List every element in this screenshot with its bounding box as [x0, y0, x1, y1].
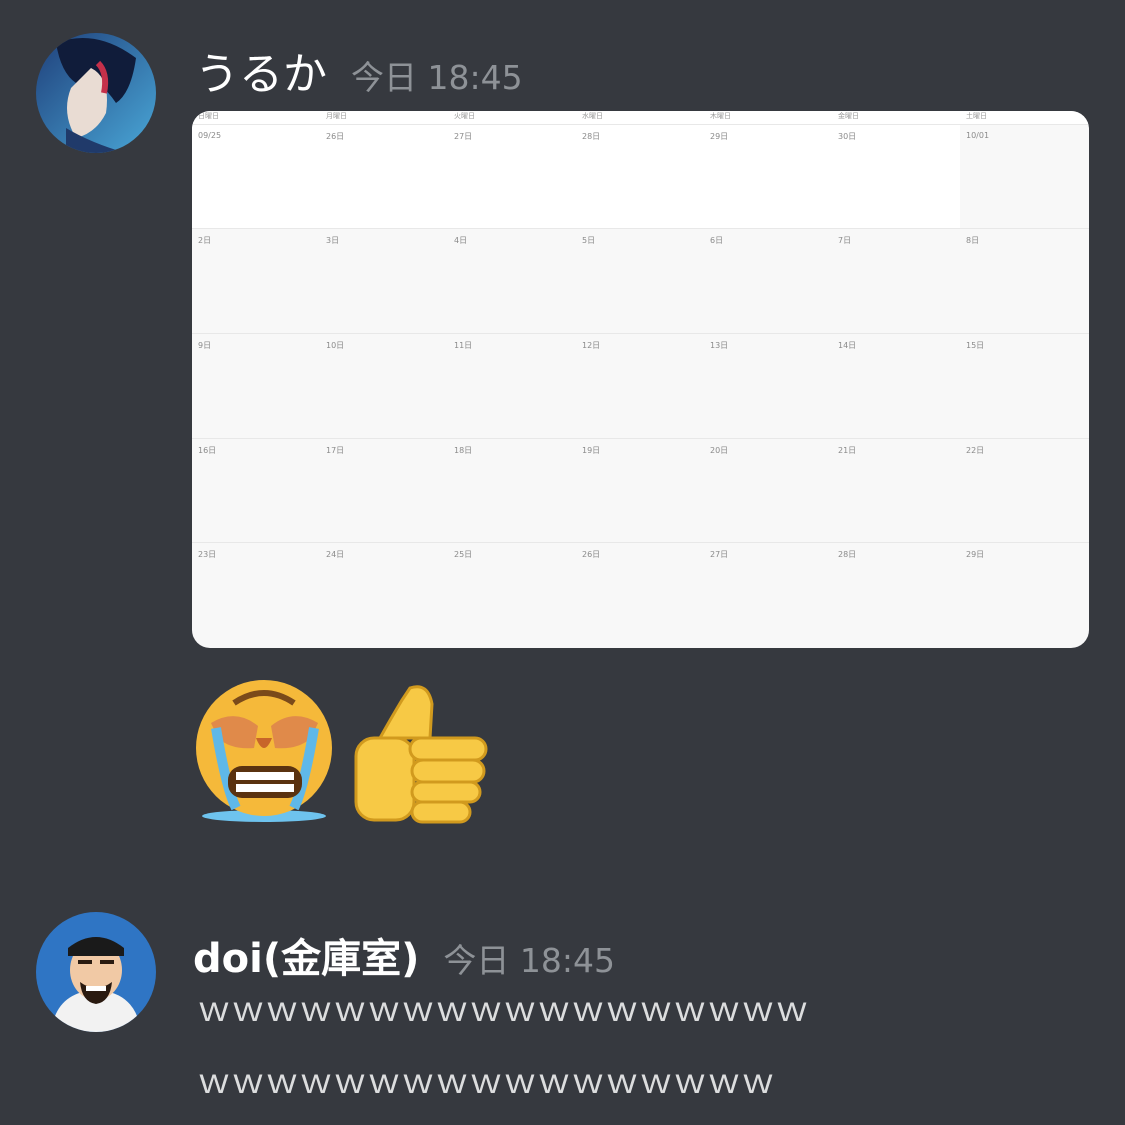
weekday-label: 火曜日	[454, 112, 475, 120]
day-label: 25日	[454, 550, 473, 559]
calendar-day-cell: 21日	[832, 438, 960, 543]
day-label: 10日	[326, 341, 345, 350]
day-label: 20日	[710, 446, 729, 455]
day-label: 18日	[454, 446, 473, 455]
loudly-crying-face-emoji[interactable]	[196, 678, 336, 823]
day-label: 2日	[198, 236, 212, 245]
username[interactable]: うるか	[195, 38, 327, 102]
day-label: 28日	[582, 132, 601, 141]
day-label: 14日	[838, 341, 857, 350]
calendar-day-cell: 9日	[192, 333, 320, 438]
day-label: 26日	[582, 550, 601, 559]
calendar-day-cell: 2日	[192, 228, 320, 333]
day-label: 27日	[710, 550, 729, 559]
calendar-weekday-header: 日曜日 月曜日 火曜日 水曜日 木曜日 金曜日 土曜日	[192, 111, 1089, 125]
day-label: 26日	[326, 132, 345, 141]
day-label: 24日	[326, 550, 345, 559]
illustrated-man-avatar-icon	[36, 912, 156, 1032]
weekday-label: 金曜日	[838, 112, 859, 120]
timestamp: 今日 18:45	[351, 58, 523, 97]
weekday-label: 日曜日	[198, 112, 219, 120]
day-label: 8日	[966, 236, 980, 245]
crying-face-icon	[196, 680, 332, 822]
day-label: 5日	[582, 236, 596, 245]
day-label: 19日	[582, 446, 601, 455]
weekday-label: 土曜日	[966, 112, 987, 120]
anime-character-avatar-icon	[36, 33, 156, 153]
day-label: 13日	[710, 341, 729, 350]
message-text-line: ｗｗｗｗｗｗｗｗｗｗｗｗｗｗｗｗｗ	[197, 1062, 775, 1102]
thumbs-up-icon	[354, 685, 488, 824]
day-label: 29日	[710, 132, 729, 141]
message-uruka: うるか 今日 18:45 日曜日 月曜日 火曜日 水曜日 木曜日 金曜日 土曜日…	[0, 0, 1125, 850]
day-label: 29日	[966, 550, 985, 559]
calendar-day-cell: 29日	[704, 124, 832, 229]
day-label: 7日	[838, 236, 852, 245]
timestamp: 今日 18:45	[443, 941, 615, 980]
day-label: 6日	[710, 236, 724, 245]
calendar-day-cell: 14日	[832, 333, 960, 438]
calendar-day-cell: 18日	[448, 438, 576, 543]
calendar-day-cell: 27日	[448, 124, 576, 229]
message-text-line: ｗｗｗｗｗｗｗｗｗｗｗｗｗｗｗｗｗｗ	[197, 990, 809, 1030]
calendar-day-cell: 15日	[960, 333, 1089, 438]
calendar-day-cell: 20日	[704, 438, 832, 543]
day-label: 4日	[454, 236, 468, 245]
day-label: 27日	[454, 132, 473, 141]
calendar-day-cell: 19日	[576, 438, 704, 543]
thumbs-up-emoji[interactable]	[350, 680, 490, 825]
calendar-day-cell: 25日	[448, 542, 576, 648]
day-label: 12日	[582, 341, 601, 350]
message-doi: doi(金庫室) 今日 18:45 ｗｗｗｗｗｗｗｗｗｗｗｗｗｗｗｗｗｗ ｗｗｗ…	[0, 850, 1125, 1125]
calendar-day-cell: 28日	[832, 542, 960, 648]
calendar-day-cell: 29日	[960, 542, 1089, 648]
day-label: 17日	[326, 446, 345, 455]
calendar-day-cell: 26日	[576, 542, 704, 648]
weekday-label: 月曜日	[326, 112, 347, 120]
calendar-day-cell: 16日	[192, 438, 320, 543]
calendar-day-cell: 7日	[832, 228, 960, 333]
calendar-day-cell: 11日	[448, 333, 576, 438]
day-label: 9日	[198, 341, 212, 350]
day-label: 15日	[966, 341, 985, 350]
day-label: 09/25	[198, 131, 222, 140]
calendar-day-cell: 24日	[320, 542, 448, 648]
day-label: 30日	[838, 132, 857, 141]
calendar-day-cell: 26日	[320, 124, 448, 229]
calendar-day-cell: 12日	[576, 333, 704, 438]
calendar-day-cell: 28日	[576, 124, 704, 229]
calendar-day-cell: 5日	[576, 228, 704, 333]
day-label: 21日	[838, 446, 857, 455]
weekday-label: 水曜日	[582, 112, 603, 120]
day-label: 28日	[838, 550, 857, 559]
calendar-day-cell: 10/01	[960, 124, 1089, 229]
calendar-day-cell: 23日	[192, 542, 320, 648]
calendar-day-cell: 13日	[704, 333, 832, 438]
day-label: 10/01	[966, 131, 990, 140]
calendar-day-cell: 10日	[320, 333, 448, 438]
day-label: 11日	[454, 341, 473, 350]
day-label: 22日	[966, 446, 985, 455]
calendar-day-cell: 6日	[704, 228, 832, 333]
calendar-day-cell: 4日	[448, 228, 576, 333]
day-label: 16日	[198, 446, 217, 455]
avatar[interactable]	[36, 912, 156, 1032]
calendar-day-cell: 8日	[960, 228, 1089, 333]
calendar-day-cell: 09/25	[192, 124, 320, 229]
calendar-day-cell: 3日	[320, 228, 448, 333]
calendar-day-cell: 27日	[704, 542, 832, 648]
calendar-day-cell: 22日	[960, 438, 1089, 543]
calendar-day-cell: 17日	[320, 438, 448, 543]
weekday-label: 木曜日	[710, 112, 731, 120]
username[interactable]: doi(金庫室)	[193, 926, 419, 984]
calendar-image-attachment[interactable]: 日曜日 月曜日 火曜日 水曜日 木曜日 金曜日 土曜日 09/25 26日 27…	[192, 111, 1089, 648]
calendar-day-cell: 30日	[832, 124, 960, 229]
day-label: 23日	[198, 550, 217, 559]
day-label: 3日	[326, 236, 340, 245]
avatar[interactable]	[36, 33, 156, 153]
